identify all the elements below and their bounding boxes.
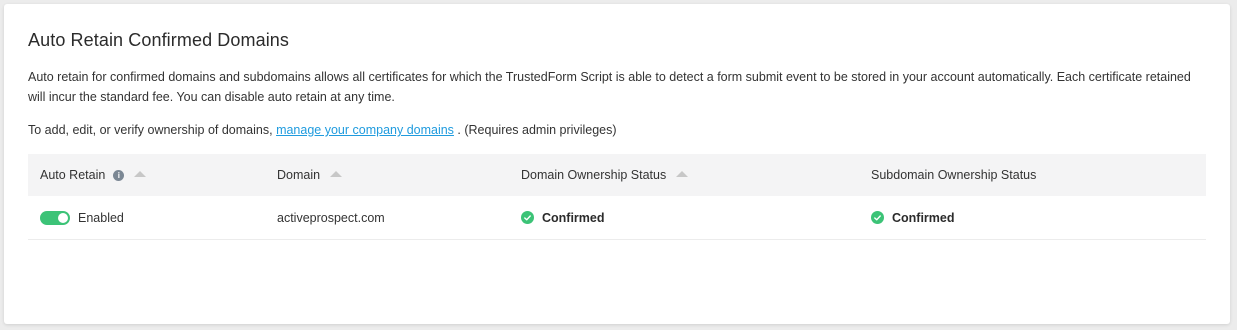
toggle-knob [58, 212, 68, 223]
header-domain[interactable]: Domain [277, 154, 343, 196]
card-title: Auto Retain Confirmed Domains [28, 30, 290, 50]
check-circle-icon [871, 211, 884, 224]
domain-name: activeprospect.com [277, 210, 385, 225]
table-row: Enabled activeprospect.com Confirmed Con… [28, 196, 1206, 240]
info-icon[interactable]: i [113, 169, 125, 181]
note-prefix: To add, edit, or verify ownership of dom… [28, 123, 273, 137]
subdomain-status-value: Confirmed [892, 210, 955, 225]
header-subdomain-status-label: Subdomain Ownership Status [871, 168, 1037, 182]
header-auto-retain[interactable]: Auto Retain i [40, 154, 147, 196]
sort-up-icon[interactable] [676, 171, 689, 177]
header-domain-status-label: Domain Ownership Status [521, 168, 667, 182]
card-description: Auto retain for confirmed domains and su… [28, 70, 1191, 104]
sort-up-icon[interactable] [134, 171, 147, 177]
header-subdomain-status: Subdomain Ownership Status [871, 154, 1036, 196]
domain-cell: activeprospect.com [277, 196, 385, 239]
subdomain-status-cell: Confirmed [871, 196, 955, 239]
auto-retain-status: Enabled [78, 210, 124, 225]
note-suffix: . (Requires admin privileges) [457, 123, 617, 137]
check-circle-icon [521, 211, 534, 224]
sort-up-icon[interactable] [330, 171, 343, 177]
domain-status-cell: Confirmed [521, 196, 605, 239]
header-domain-label: Domain [277, 168, 321, 182]
auto-retain-cell: Enabled [40, 196, 124, 239]
manage-domains-link[interactable]: manage your company domains [276, 123, 454, 137]
header-domain-status[interactable]: Domain Ownership Status [521, 154, 689, 196]
domains-note: To add, edit, or verify ownership of dom… [28, 120, 617, 140]
header-auto-retain-label: Auto Retain [40, 168, 106, 182]
auto-retain-toggle[interactable] [40, 210, 70, 225]
domain-status-value: Confirmed [542, 210, 605, 225]
table-header: Auto Retain i Domain Domain Ownership St… [28, 154, 1206, 196]
domains-table: Auto Retain i Domain Domain Ownership St… [28, 154, 1206, 240]
auto-retain-card: Auto Retain Confirmed Domains Auto retai… [4, 4, 1230, 324]
